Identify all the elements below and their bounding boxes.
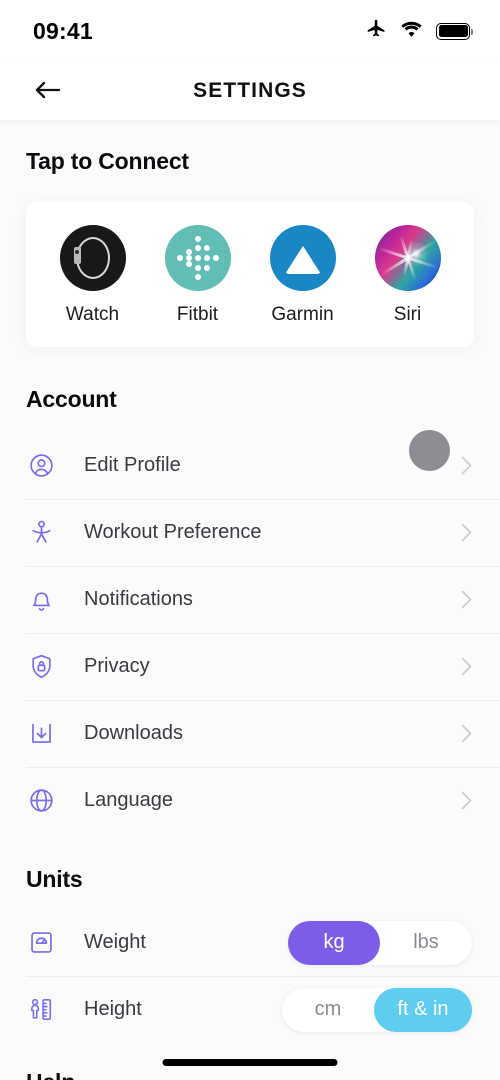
list-item-label: Weight <box>84 931 146 953</box>
chevron-right-icon <box>461 523 472 542</box>
list-item-label: Downloads <box>84 722 183 744</box>
garmin-icon <box>269 225 336 291</box>
bell-icon <box>26 585 56 615</box>
fitbit-icon <box>164 225 231 291</box>
list-item-label: Notifications <box>84 588 193 610</box>
list-item-notifications[interactable]: Notifications <box>0 566 500 633</box>
arrow-left-icon <box>33 78 63 105</box>
list-item-label: Height <box>84 998 142 1020</box>
status-time: 09:41 <box>33 17 93 44</box>
status-bar: 09:41 <box>0 0 500 62</box>
chevron-right-icon <box>461 724 472 743</box>
battery-icon <box>436 22 473 40</box>
list-item-privacy[interactable]: Privacy <box>0 633 500 700</box>
wifi-icon <box>400 20 423 43</box>
chevron-right-icon <box>461 590 472 609</box>
units-heading: Units <box>26 866 83 892</box>
shield-lock-icon <box>26 652 56 682</box>
height-ruler-icon <box>26 995 56 1025</box>
device-label: Fitbit <box>176 304 219 325</box>
list-item-weight: Weight kg lbs <box>0 909 500 976</box>
height-option-cm[interactable]: cm <box>282 988 374 1032</box>
height-option-ft-in[interactable]: ft & in <box>374 987 472 1032</box>
running-person-icon <box>26 518 56 548</box>
chevron-right-icon <box>461 456 472 475</box>
page-title: SETTINGS <box>193 79 307 102</box>
weight-option-lbs[interactable]: lbs <box>380 921 472 965</box>
list-item-downloads[interactable]: Downloads <box>0 700 500 767</box>
user-circle-icon <box>26 451 56 481</box>
height-unit-toggle[interactable]: cm ft & in <box>282 987 472 1032</box>
nav-bar: SETTINGS <box>0 62 500 120</box>
list-item-label: Edit Profile <box>84 454 181 476</box>
connect-card: Watch Fitbit Garmin Siri <box>26 202 474 347</box>
device-label: Garmin <box>271 304 334 325</box>
account-list: Edit Profile Workout Preference Notifica… <box>0 430 500 834</box>
units-list: Weight kg lbs Height cm ft & in <box>0 909 500 1043</box>
status-icons <box>366 18 473 44</box>
weight-scale-icon <box>26 928 56 958</box>
device-label: Watch <box>65 304 120 325</box>
phone-screen: 09:41 SETTINGS Tap to Connect Watch Fitb… <box>0 0 500 1080</box>
avatar[interactable] <box>409 430 450 471</box>
airplane-icon <box>366 18 387 44</box>
list-item-label: Privacy <box>84 655 150 677</box>
account-heading: Account <box>26 386 117 412</box>
list-item-edit-profile[interactable]: Edit Profile <box>0 430 500 499</box>
chevron-right-icon <box>461 791 472 810</box>
connect-heading: Tap to Connect <box>26 148 189 174</box>
home-indicator[interactable] <box>162 1059 338 1066</box>
list-item-workout-preference[interactable]: Workout Preference <box>0 499 500 566</box>
weight-option-kg[interactable]: kg <box>288 920 380 965</box>
list-item-language[interactable]: Language <box>0 767 500 834</box>
weight-unit-toggle[interactable]: kg lbs <box>288 920 472 965</box>
list-item-label: Workout Preference <box>84 521 262 543</box>
chevron-right-icon <box>461 657 472 676</box>
back-button[interactable] <box>28 71 68 111</box>
device-garmin[interactable]: Garmin <box>257 225 349 326</box>
apple-watch-icon <box>59 225 126 291</box>
list-item-height: Height cm ft & in <box>0 976 500 1043</box>
siri-icon <box>374 225 441 291</box>
device-fitbit[interactable]: Fitbit <box>152 225 244 326</box>
list-item-label: Language <box>84 789 173 811</box>
device-watch[interactable]: Watch <box>47 225 139 326</box>
globe-icon <box>26 786 56 816</box>
device-siri[interactable]: Siri <box>362 225 454 326</box>
download-icon <box>26 719 56 749</box>
device-label: Siri <box>393 304 422 325</box>
settings-content: Tap to Connect Watch Fitbit Garmin Siri … <box>0 120 500 1080</box>
